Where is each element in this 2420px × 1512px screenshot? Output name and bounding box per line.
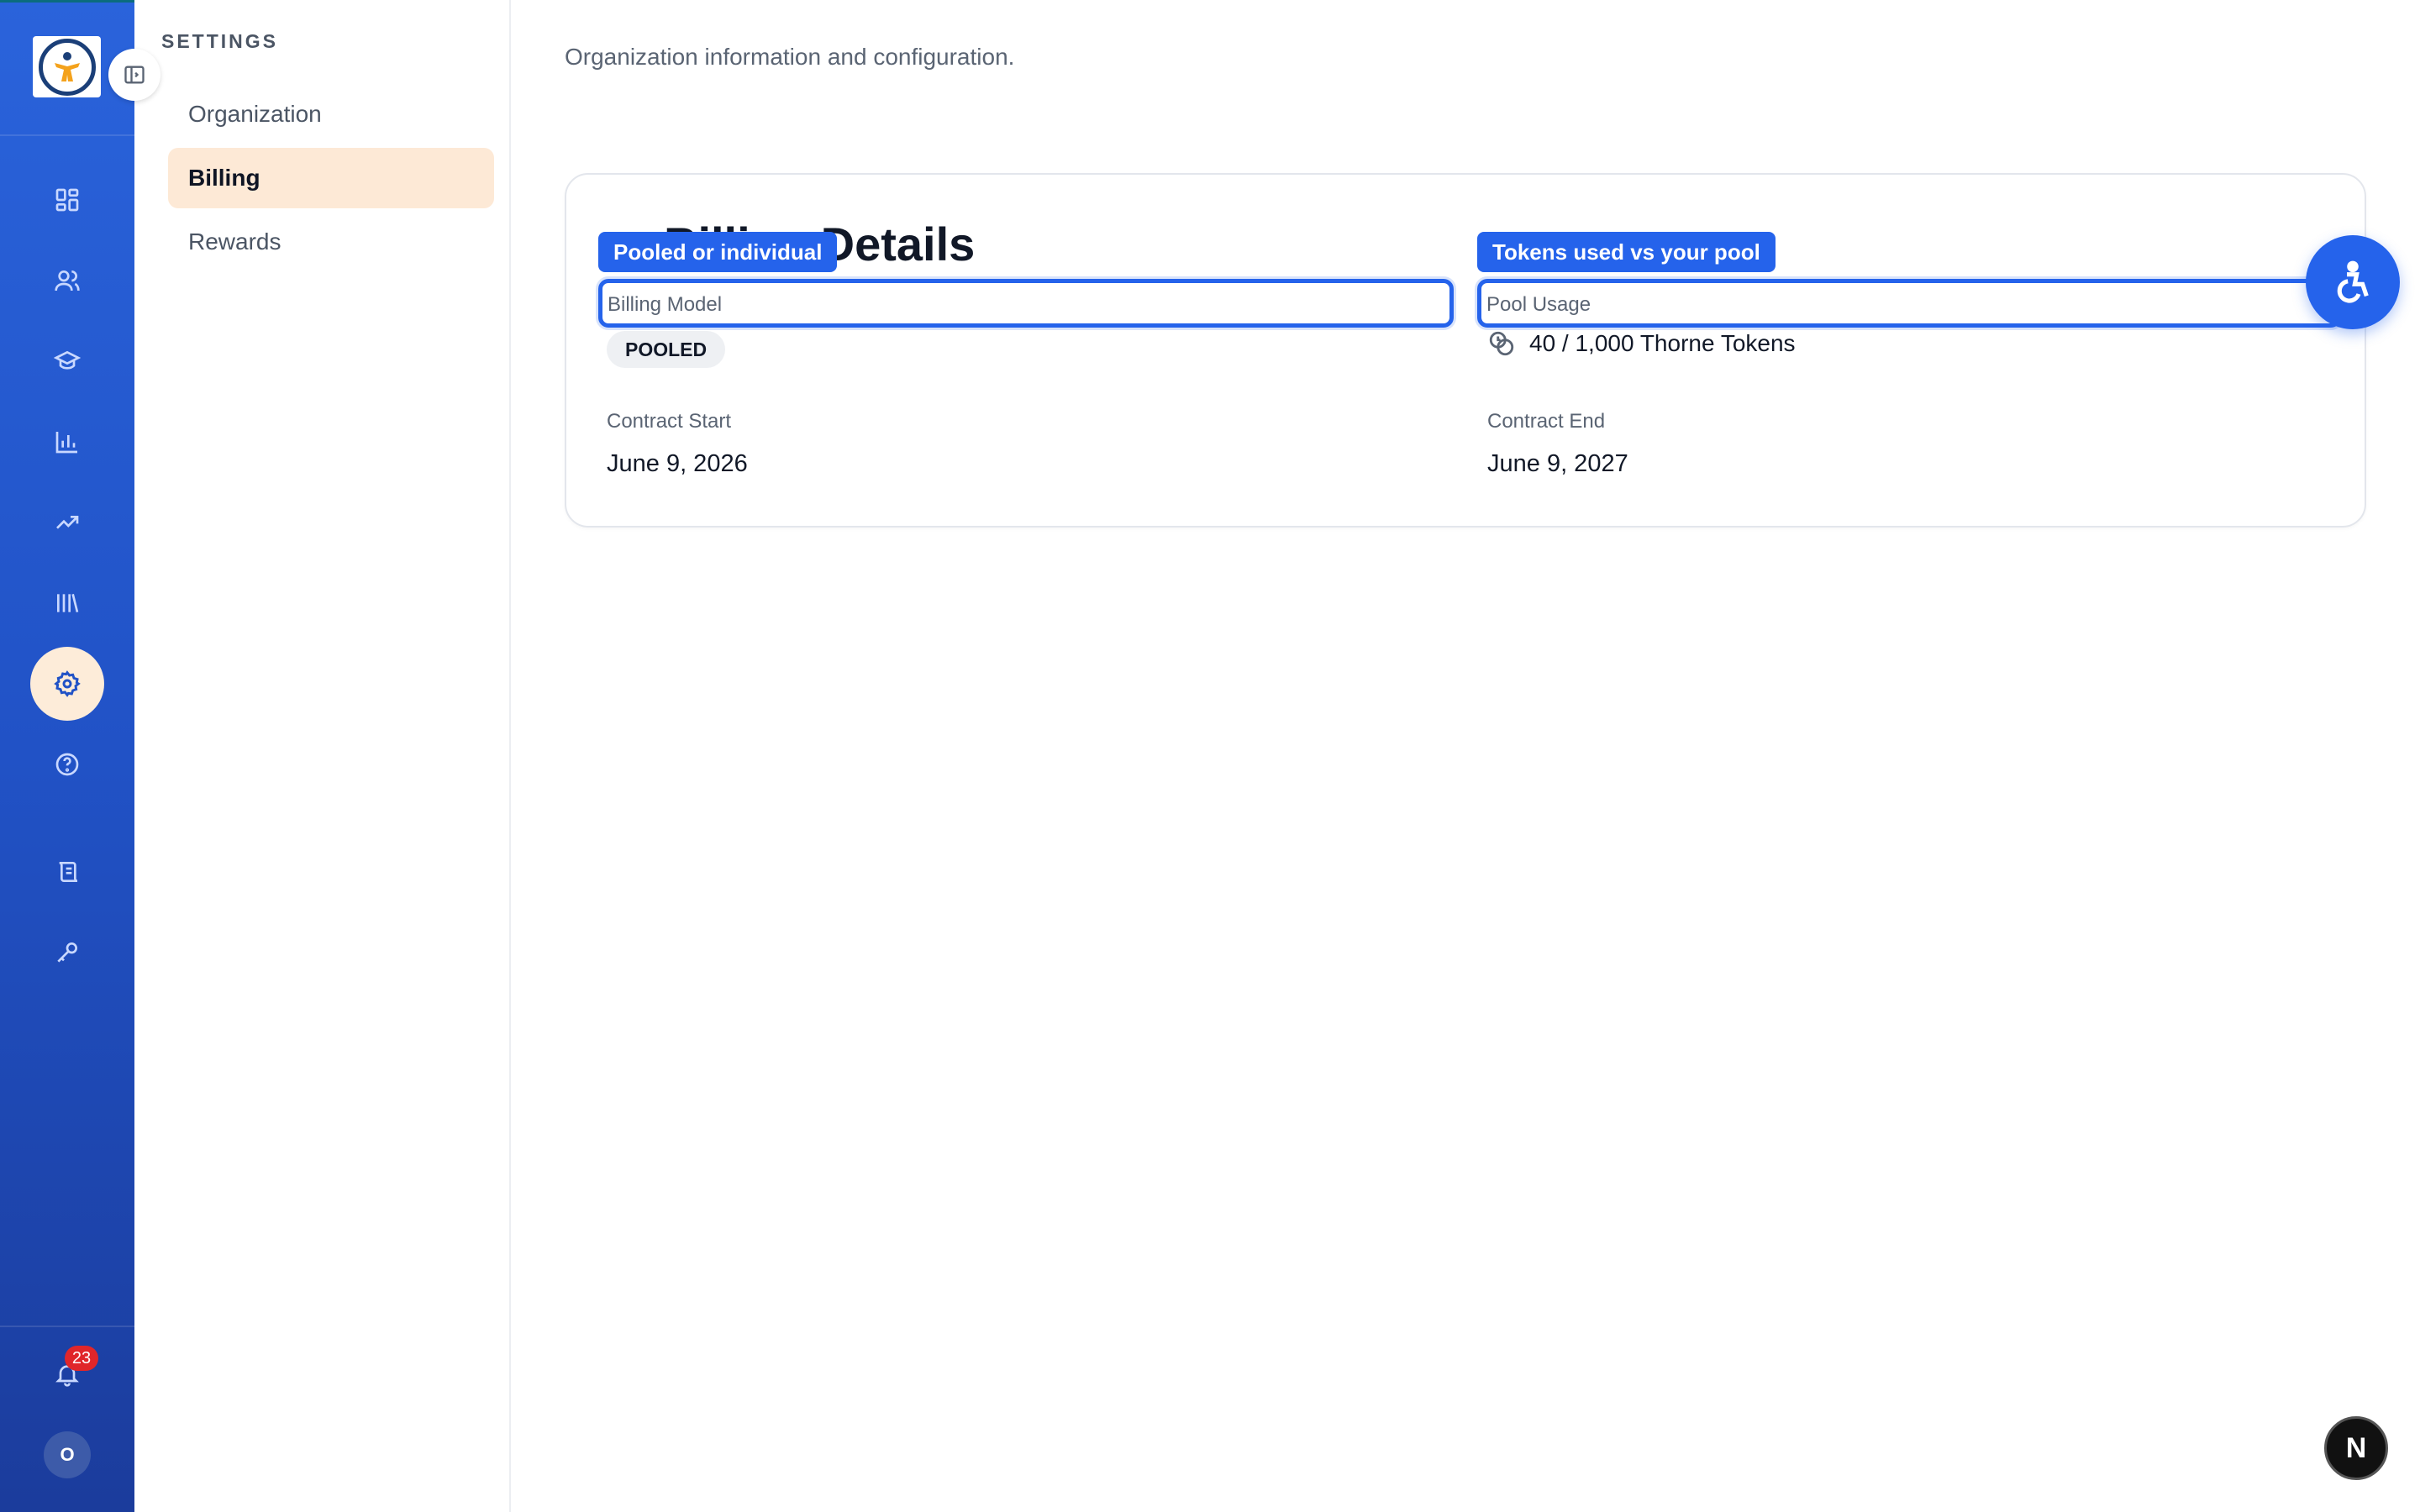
billing-model-badge: POOLED xyxy=(607,331,726,368)
accessibility-button[interactable] xyxy=(2306,235,2400,329)
pool-usage-text: 40 / 1,000 Thorne Tokens xyxy=(1529,330,1796,356)
rail-divider xyxy=(0,134,134,136)
sidebar-toggle-button[interactable] xyxy=(108,49,160,101)
trending-up-icon[interactable] xyxy=(42,497,92,548)
users-icon[interactable] xyxy=(42,255,92,306)
library-icon[interactable] xyxy=(42,578,92,628)
pool-usage-field[interactable]: Pool Usage xyxy=(1477,279,2341,328)
key-icon[interactable] xyxy=(42,927,92,978)
sidebar-item-billing[interactable]: Billing xyxy=(168,148,494,208)
avatar[interactable]: O xyxy=(44,1431,91,1478)
graduation-cap-icon[interactable] xyxy=(42,336,92,386)
settings-sidebar: SETTINGS Organization Billing Rewards xyxy=(134,0,511,1512)
pool-usage-label: Pool Usage xyxy=(1486,293,1591,316)
contract-end-value: June 9, 2027 xyxy=(1487,450,1628,477)
next-badge[interactable]: N xyxy=(2324,1416,2388,1480)
billing-model-tooltip: Pooled or individual xyxy=(598,232,838,272)
contract-end-label: Contract End xyxy=(1487,410,1606,433)
rail-divider xyxy=(0,1326,134,1327)
billing-model-field[interactable]: Billing Model xyxy=(598,279,1454,328)
sidebar-item-organization[interactable]: Organization xyxy=(168,84,494,144)
page-subtitle: Organization information and configurati… xyxy=(565,44,1015,70)
contract-start-value: June 9, 2026 xyxy=(607,450,748,477)
help-icon[interactable] xyxy=(42,739,92,790)
sidebar-title: SETTINGS xyxy=(161,30,279,52)
billing-details-card: Billing Details Billing Model Pooled or … xyxy=(565,173,2366,528)
sidebar-item-rewards[interactable]: Rewards xyxy=(168,212,494,272)
logo-icon xyxy=(38,38,96,96)
settings-icon[interactable] xyxy=(30,647,104,721)
coins-icon xyxy=(1489,331,1514,356)
notification-badge: 23 xyxy=(65,1346,98,1371)
panel-toggle-icon xyxy=(124,66,145,84)
pool-usage-value: 40 / 1,000 Thorne Tokens xyxy=(1487,329,1796,358)
nav-rail: 23 O xyxy=(0,0,272,1512)
scroll-icon[interactable] xyxy=(42,847,92,897)
contract-start-label: Contract Start xyxy=(607,410,732,433)
app-logo[interactable] xyxy=(33,36,101,97)
bar-chart-icon[interactable] xyxy=(42,417,92,467)
dashboard-icon[interactable] xyxy=(42,175,92,225)
billing-model-label: Billing Model xyxy=(608,293,723,316)
pool-usage-tooltip: Tokens used vs your pool xyxy=(1477,232,1776,272)
accessibility-icon xyxy=(2337,260,2369,303)
